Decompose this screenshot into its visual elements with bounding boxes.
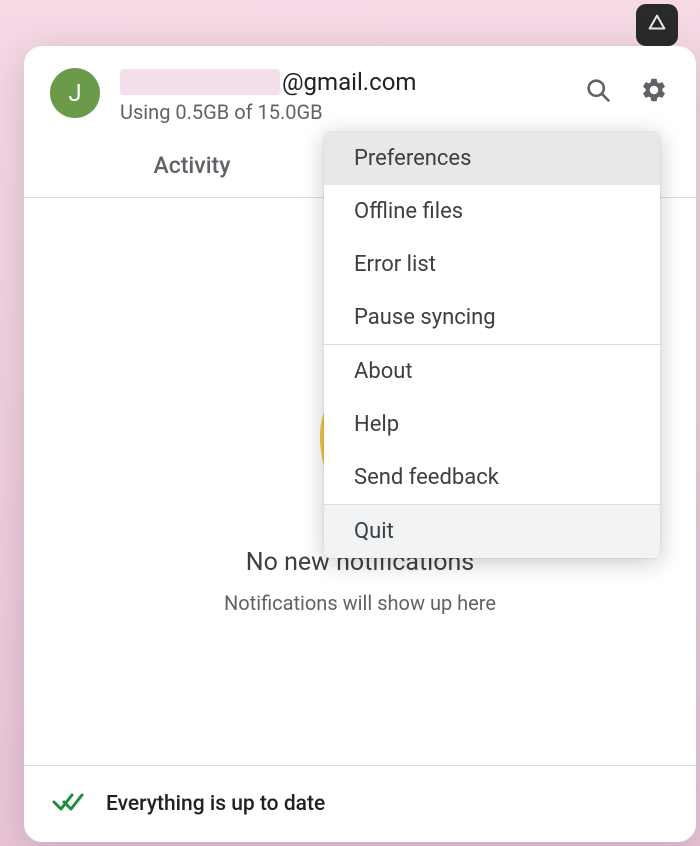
email-line: @gmail.com [120,68,582,96]
menu-offline-files[interactable]: Offline files [324,185,660,238]
status-text: Everything is up to date [106,792,325,816]
menu-quit[interactable]: Quit [324,505,660,558]
tab-activity[interactable]: Activity [24,152,360,197]
email-redacted [120,69,280,95]
empty-state-subtitle: Notifications will show up here [224,591,496,615]
menu-send-feedback[interactable]: Send feedback [324,451,660,504]
header: J @gmail.com Using 0.5GB of 15.0GB [24,46,696,134]
drive-icon [646,12,668,38]
gear-icon [640,76,668,108]
account-info: @gmail.com Using 0.5GB of 15.0GB [120,68,582,124]
email-suffix: @gmail.com [282,68,416,96]
menu-about[interactable]: About [324,345,660,398]
avatar-initial: J [68,79,81,107]
settings-menu: Preferences Offline files Error list Pau… [324,132,660,558]
settings-button[interactable] [638,76,670,108]
menu-help[interactable]: Help [324,398,660,451]
storage-text: Using 0.5GB of 15.0GB [120,100,582,124]
search-icon [584,76,612,108]
menu-error-list[interactable]: Error list [324,238,660,291]
double-check-icon [52,790,86,818]
search-button[interactable] [582,76,614,108]
status-footer: Everything is up to date [24,765,696,842]
menu-preferences[interactable]: Preferences [324,132,660,185]
header-actions [582,76,670,108]
menu-pause-syncing[interactable]: Pause syncing [324,291,660,344]
tray-drive-button[interactable] [636,4,678,46]
avatar[interactable]: J [50,68,100,118]
